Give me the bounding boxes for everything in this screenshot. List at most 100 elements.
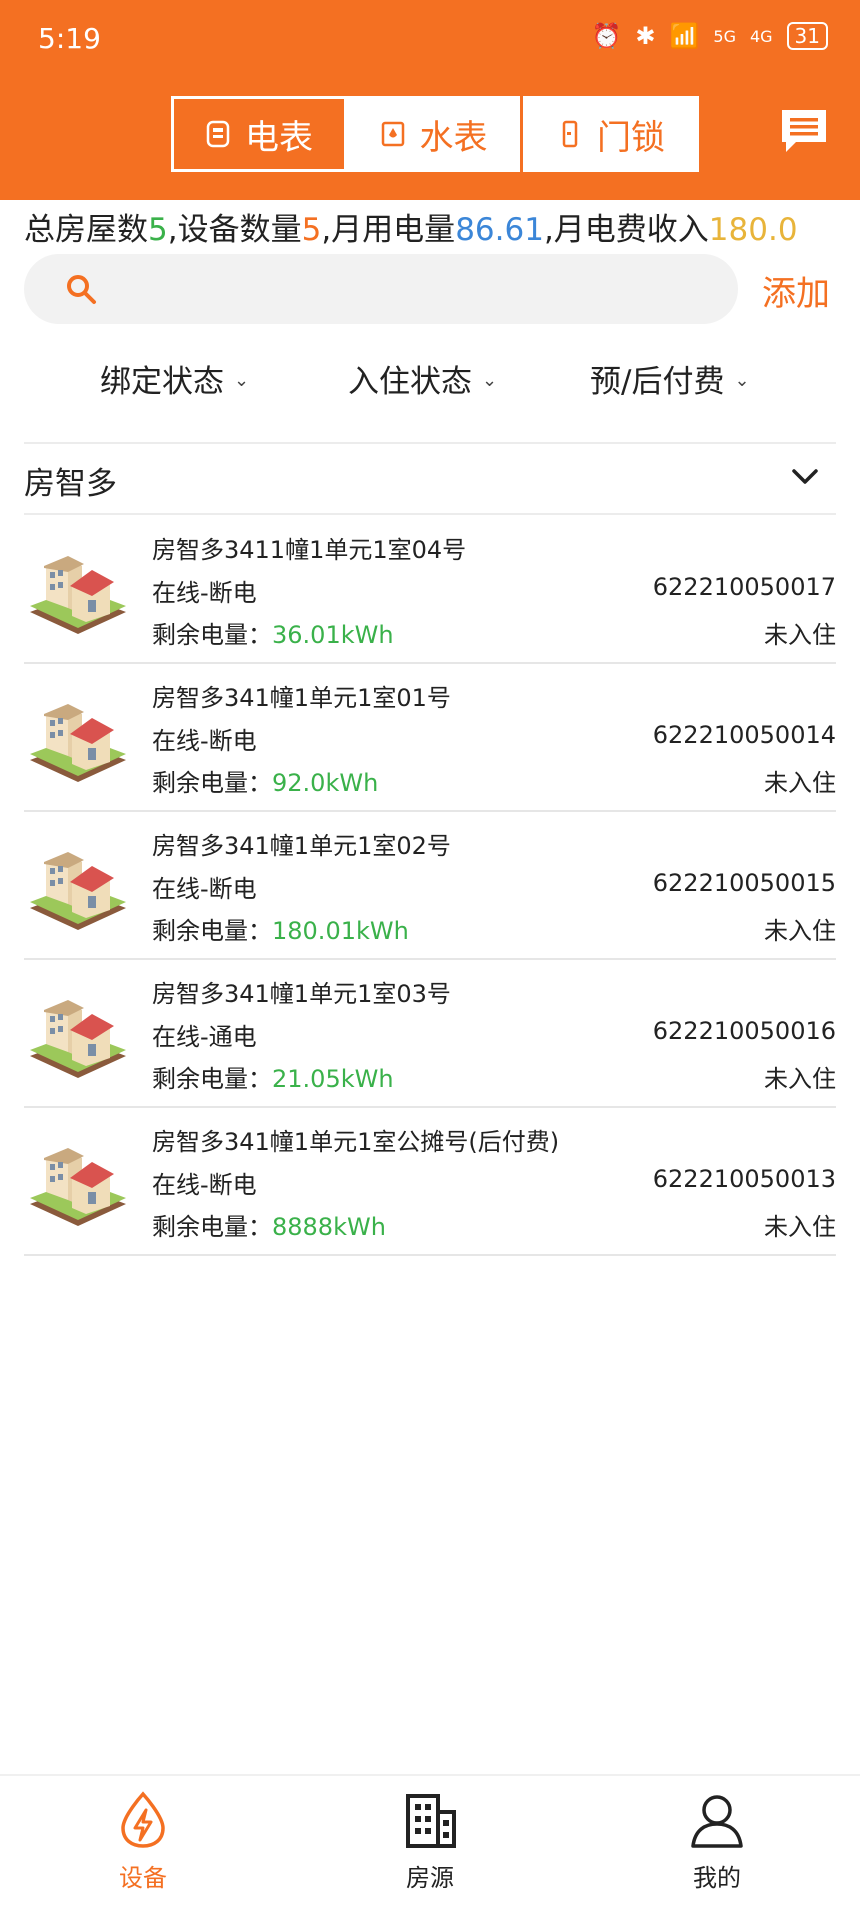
occupancy-status: 未入住	[764, 621, 836, 649]
add-button[interactable]: 添加	[762, 266, 830, 315]
chevron-down-icon: ⌄	[234, 370, 250, 391]
device-id: 622210050014	[652, 721, 836, 749]
search-icon	[67, 275, 96, 304]
device-status: 在线-断电	[152, 727, 257, 755]
tab-label: 水表	[419, 117, 488, 158]
house-icon	[26, 686, 130, 790]
filter-payment-type[interactable]: 预/后付费 ⌄	[590, 356, 750, 401]
filter-occupancy-status[interactable]: 入住状态 ⌄	[348, 356, 497, 401]
device-lightning-icon	[121, 1791, 165, 1848]
house-icon	[26, 1130, 130, 1234]
remaining-power: 剩余电量：21.05kWh	[152, 1059, 394, 1094]
remaining-value: 21.05kWh	[272, 1065, 394, 1093]
chevron-down-icon: ⌄	[734, 370, 750, 391]
bottom-nav: 设备 房源 我的	[0, 1774, 860, 1911]
remaining-value: 36.01kWh	[272, 621, 394, 649]
list-item[interactable]: 房智多341幢1单元1室02号 在线-断电 剩余电量：180.01kWh 622…	[24, 812, 836, 960]
houses-label: 总房屋数	[24, 212, 148, 248]
profile-icon	[691, 1795, 743, 1848]
occupancy-status: 未入住	[764, 1213, 836, 1241]
device-type-tabs: 电表 水表 门锁	[171, 96, 699, 172]
list-item[interactable]: 房智多341幢1单元1室01号 在线-断电 剩余电量：92.0kWh 62221…	[24, 664, 836, 812]
tab-label: 门锁	[597, 117, 665, 158]
device-name: 房智多341幢1单元1室02号	[152, 832, 451, 860]
occupancy-status: 未入住	[764, 917, 836, 945]
search-input[interactable]	[120, 264, 710, 314]
device-status: 在线-通电	[152, 1023, 257, 1051]
devices-label: ,设备数量	[167, 212, 302, 248]
remaining-label: 剩余电量：	[152, 621, 272, 649]
monthly-power: 86.61	[455, 212, 544, 248]
occupancy-status: 未入住	[764, 1065, 836, 1093]
remaining-value: 92.0kWh	[272, 769, 379, 797]
network-5g: 5G	[713, 26, 736, 46]
houses-count: 5	[148, 212, 168, 248]
group-title: 房智多	[24, 466, 117, 502]
house-icon	[26, 834, 130, 938]
tab-water-meter[interactable]: 水表	[347, 96, 523, 172]
device-id: 622210050016	[652, 1017, 836, 1045]
monthly-income: 180.0	[708, 212, 798, 248]
alarm-icon: ⏰	[591, 22, 622, 50]
device-name: 房智多341幢1单元1室01号	[152, 684, 451, 712]
device-status: 在线-断电	[152, 875, 257, 903]
remaining-value: 8888kWh	[272, 1213, 386, 1241]
battery-indicator: 31	[786, 22, 828, 50]
devices-count: 5	[301, 212, 322, 248]
remaining-power: 剩余电量：36.01kWh	[152, 615, 394, 650]
power-label: ,月用电量	[321, 212, 456, 248]
occupancy-status: 未入住	[764, 769, 836, 797]
income-label: ,月电费收入	[543, 212, 709, 248]
message-icon[interactable]	[778, 106, 830, 156]
remaining-label: 剩余电量：	[152, 1213, 272, 1241]
search-bar	[24, 254, 738, 324]
device-id: 622210050015	[652, 869, 836, 897]
divider	[24, 513, 836, 515]
door-lock-icon	[562, 120, 578, 148]
remaining-label: 剩余电量：	[152, 1065, 272, 1093]
building-icon	[406, 1794, 456, 1848]
nav-label: 我的	[693, 1864, 741, 1892]
nav-label: 房源	[406, 1864, 454, 1892]
header: 5:19 ⏰ ✱ 📶 5G 4G 31 电表 水表 门锁	[0, 0, 860, 200]
remaining-value: 180.01kWh	[272, 917, 409, 945]
nav-label: 设备	[119, 1864, 167, 1892]
summary-stats: 总房屋数5,设备数量5,月用电量86.61,月电费收入180.0	[24, 204, 798, 249]
network-4g: 4G	[749, 26, 773, 46]
remaining-power: 剩余电量：92.0kWh	[152, 763, 378, 798]
device-status: 在线-断电	[152, 579, 257, 607]
remaining-power: 剩余电量：180.01kWh	[152, 911, 409, 946]
device-id: 622210050017	[652, 573, 836, 601]
nav-devices[interactable]: 设备	[83, 1790, 203, 1893]
filter-binding-status[interactable]: 绑定状态 ⌄	[100, 356, 249, 401]
filter-label: 绑定状态	[100, 364, 224, 400]
list-item[interactable]: 房智多341幢1单元1室03号 在线-通电 剩余电量：21.05kWh 6222…	[24, 960, 836, 1108]
device-list: 房智多3411幢1单元1室04号 在线-断电 剩余电量：36.01kWh 622…	[24, 516, 836, 1256]
list-item[interactable]: 房智多3411幢1单元1室04号 在线-断电 剩余电量：36.01kWh 622…	[24, 516, 836, 664]
divider	[24, 442, 836, 444]
house-icon	[26, 982, 130, 1086]
chevron-down-icon[interactable]	[790, 466, 820, 488]
device-status: 在线-断电	[152, 1171, 257, 1199]
remaining-label: 剩余电量：	[152, 917, 272, 945]
device-name: 房智多3411幢1单元1室04号	[152, 536, 467, 564]
wifi-icon: 📶	[669, 22, 700, 50]
water-meter-icon	[381, 121, 404, 147]
bluetooth-icon: ✱	[635, 22, 656, 50]
filter-label: 预/后付费	[590, 364, 725, 400]
nav-properties[interactable]: 房源	[370, 1790, 490, 1893]
house-icon	[26, 538, 130, 642]
nav-mine[interactable]: 我的	[657, 1790, 777, 1893]
device-name: 房智多341幢1单元1室公摊号(后付费)	[152, 1128, 560, 1156]
chevron-down-icon: ⌄	[482, 370, 498, 391]
filter-label: 入住状态	[348, 364, 472, 400]
tab-label: 电表	[245, 117, 313, 158]
remaining-label: 剩余电量：	[152, 769, 272, 797]
status-icons: ⏰ ✱ 📶 5G 4G 31	[591, 22, 828, 50]
tab-door-lock[interactable]: 门锁	[523, 96, 699, 172]
device-id: 622210050013	[652, 1165, 836, 1193]
tab-electric-meter[interactable]: 电表	[171, 96, 347, 172]
status-time: 5:19	[38, 22, 101, 55]
list-item[interactable]: 房智多341幢1单元1室公摊号(后付费) 在线-断电 剩余电量：8888kWh …	[24, 1108, 836, 1256]
meter-icon	[206, 120, 230, 148]
